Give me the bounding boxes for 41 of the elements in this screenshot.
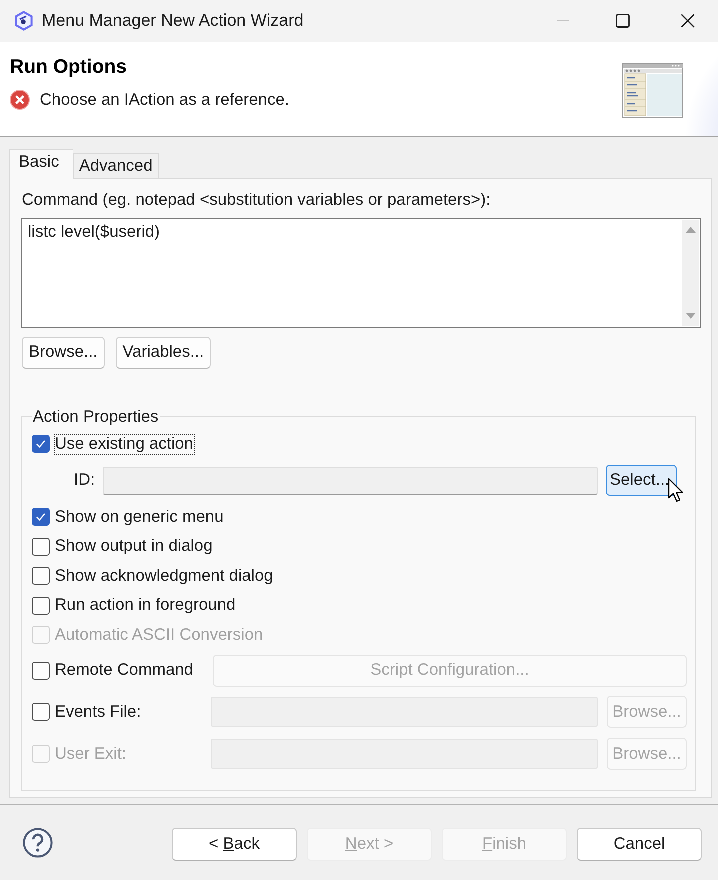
variables-button[interactable]: Variables... [116, 336, 212, 368]
window-illustration-icon [622, 63, 684, 120]
checkbox[interactable] [32, 662, 50, 680]
help-icon[interactable] [23, 828, 53, 858]
checkbox-label[interactable]: Remote Command [55, 661, 194, 680]
back-button[interactable]: < Back [172, 828, 297, 861]
page-title: Run Options [10, 56, 128, 78]
checkmark-icon [36, 513, 46, 522]
checkbox[interactable] [32, 596, 50, 615]
select-button[interactable]: Select... [606, 465, 677, 496]
checkmark-icon [36, 440, 46, 448]
checkbox[interactable] [32, 538, 50, 556]
error-message: Choose an IAction as a reference. [40, 90, 290, 110]
app-icon [15, 11, 33, 31]
command-label: Command (eg. notepad <substitution variables or parameters>): [21, 191, 492, 209]
mouse-cursor-icon [668, 478, 684, 504]
maximize-icon [616, 14, 630, 28]
scroll-up-icon[interactable] [686, 227, 696, 233]
checkbox-label[interactable]: Run action in foreground [55, 596, 236, 616]
checkbox[interactable] [32, 508, 50, 526]
tab[interactable]: Basic [9, 149, 74, 179]
close-icon [681, 14, 695, 28]
cancel-button[interactable]: Cancel [577, 828, 702, 861]
window-title: Menu Manager New Action Wizard [42, 11, 305, 31]
checkbox[interactable] [32, 703, 50, 721]
checkbox-label[interactable]: Use existing action [55, 434, 194, 454]
scroll-down-icon[interactable] [686, 312, 696, 318]
browse-button[interactable]: Browse... [22, 336, 105, 368]
checkbox-label[interactable]: Show output in dialog [55, 537, 213, 556]
checkbox-label[interactable]: Show acknowledgment dialog [55, 566, 274, 586]
checkbox-label[interactable]: Events File: [55, 702, 142, 722]
command-field[interactable]: listc level($userid) [21, 218, 701, 328]
scrollbar[interactable] [682, 220, 699, 326]
checkbox[interactable] [32, 435, 50, 454]
checkbox-label[interactable]: Show on generic menu [55, 508, 224, 527]
id-field[interactable] [103, 466, 598, 495]
checkbox[interactable] [32, 567, 50, 586]
group-title: Action Properties [32, 408, 160, 426]
tab[interactable]: Advanced [73, 153, 159, 178]
id-label: ID: [74, 471, 96, 490]
minimize-icon [557, 20, 569, 22]
